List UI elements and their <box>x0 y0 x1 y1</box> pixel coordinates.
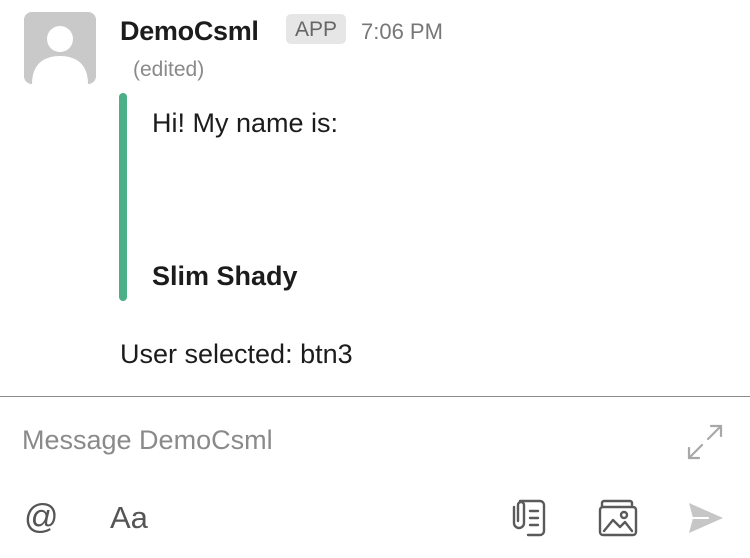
selection-message: User selected: btn3 <box>120 339 353 369</box>
attach-file-button[interactable] <box>510 497 550 539</box>
message-input[interactable] <box>22 420 662 460</box>
file-attachment-icon <box>512 499 546 537</box>
attachment-accent-bar <box>119 93 127 301</box>
upload-image-button[interactable] <box>596 497 640 539</box>
app-badge: APP <box>286 14 347 44</box>
sender-name[interactable]: DemoCsml <box>120 13 259 49</box>
attachment-name: Slim Shady <box>152 261 298 291</box>
send-button[interactable] <box>684 497 726 539</box>
user-avatar-icon <box>24 12 96 84</box>
composer-divider <box>0 396 750 397</box>
format-button[interactable]: Aa <box>110 497 148 539</box>
message-item: DemoCsml APP 7:06 PM (edited) Hi! My nam… <box>0 0 750 396</box>
avatar[interactable] <box>24 12 96 84</box>
mention-button[interactable]: @ <box>24 496 66 538</box>
attachment-text: Hi! My name is: <box>152 108 339 138</box>
edited-label: (edited) <box>133 58 205 81</box>
send-icon <box>689 503 723 533</box>
expand-icon[interactable] <box>684 421 726 463</box>
image-upload-icon <box>598 499 638 537</box>
message-timestamp[interactable]: 7:06 PM <box>361 17 443 47</box>
